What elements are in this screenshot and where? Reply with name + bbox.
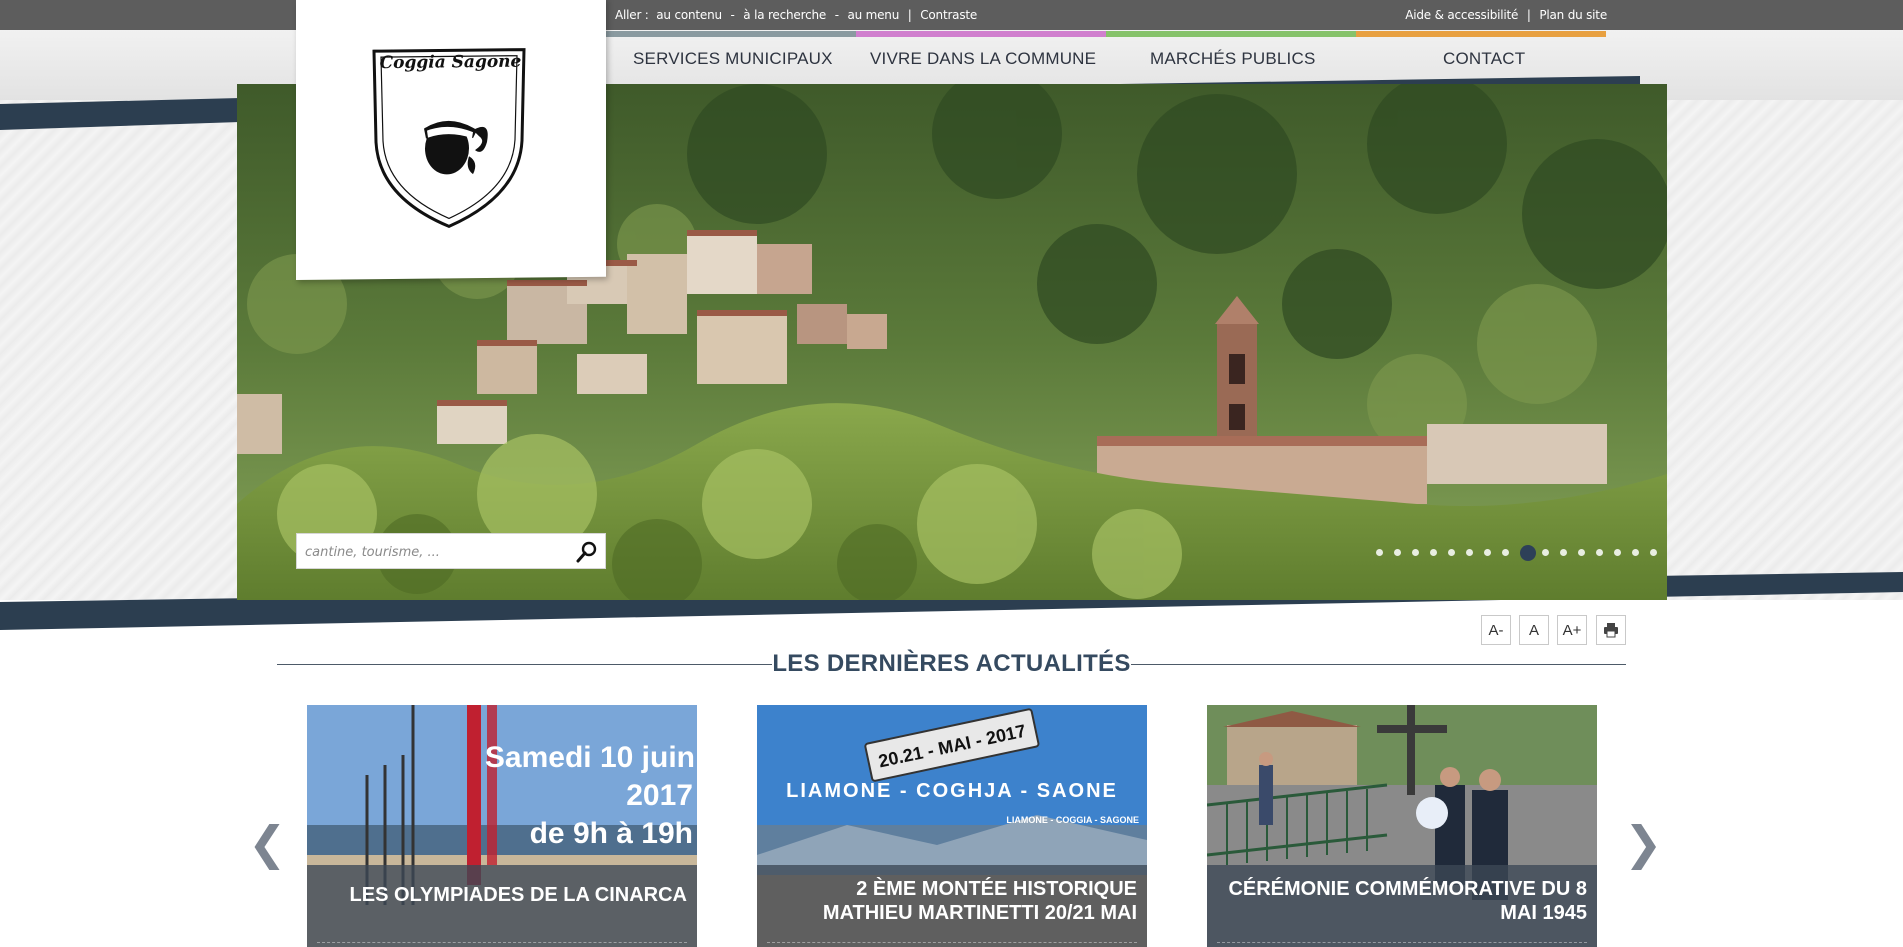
right-texture-panel — [1664, 100, 1903, 600]
section-rule-left — [277, 664, 772, 665]
utility-links: Aide & accessibilité | Plan du site — [1405, 8, 1607, 22]
top-bar: Aller : au contenu - à la recherche - au… — [0, 0, 1903, 30]
news-card-image-text: LIAMONE - COGHJA - SAONE — [786, 780, 1118, 802]
nav-strip-marches — [1106, 31, 1356, 37]
slider-dot[interactable] — [1614, 549, 1621, 556]
news-card[interactable]: 20.21 - MAI - 2017 LIAMONE - COGHJA - SA… — [757, 705, 1147, 947]
nav-marches-publics[interactable]: MARCHÉS PUBLICS — [1150, 49, 1315, 69]
slider-dot[interactable] — [1542, 549, 1549, 556]
nav-vivre-dans-la-commune[interactable]: VIVRE DANS LA COMMUNE — [870, 49, 1096, 69]
increase-font-button[interactable]: A+ — [1557, 615, 1587, 645]
nav-strip-services — [606, 31, 856, 37]
section-title: LES DERNIÈRES ACTUALITÉS — [772, 650, 1131, 677]
skip-to-menu-link[interactable]: au menu — [847, 8, 899, 22]
slider-dot[interactable] — [1466, 549, 1473, 556]
section-rule-right — [1131, 664, 1626, 665]
slider-dot[interactable] — [1650, 549, 1657, 556]
logo-text: Coggia Sagone — [379, 51, 522, 74]
left-texture-panel — [0, 100, 240, 600]
nav-contact[interactable]: CONTACT — [1443, 49, 1525, 69]
slider-dot[interactable] — [1560, 549, 1567, 556]
skip-to-content-link[interactable]: au contenu — [656, 8, 722, 22]
accessibility-link[interactable]: Aide & accessibilité — [1405, 8, 1518, 22]
slider-dot[interactable] — [1520, 545, 1536, 561]
news-card-image-text: 2017 — [626, 779, 693, 812]
slider-dot[interactable] — [1502, 549, 1509, 556]
news-card-image-text: Samedi 10 juin — [485, 741, 695, 774]
slider-dot[interactable] — [1632, 549, 1639, 556]
news-card-title: LES OLYMPIADES DE LA CINARCA — [307, 865, 697, 947]
news-card-title: CÉRÉMONIE COMMÉMORATIVE DU 8 MAI 1945 — [1207, 865, 1597, 947]
search-input[interactable] — [305, 541, 565, 563]
skip-links: Aller : au contenu - à la recherche - au… — [615, 8, 978, 22]
news-next-arrow-icon[interactable]: ❯ — [1624, 820, 1663, 866]
news-card-title: 2 ÈME MONTÉE HISTORIQUE MATHIEU MARTINET… — [757, 865, 1147, 947]
news-card-image-text: LIAMONE - COGGIA - SAGONE — [1006, 815, 1139, 825]
nav-strip-contact — [1356, 31, 1606, 37]
reset-font-button[interactable]: A — [1519, 615, 1549, 645]
search-box — [296, 533, 606, 569]
coat-of-arms-icon — [372, 48, 526, 229]
news-card-image-text: de 9h à 19h — [530, 817, 693, 850]
slider-dot[interactable] — [1412, 549, 1419, 556]
news-card[interactable]: CÉRÉMONIE COMMÉMORATIVE DU 8 MAI 1945 — [1207, 705, 1597, 947]
slider-dot[interactable] — [1430, 549, 1437, 556]
nav-strip-vivre — [856, 31, 1106, 37]
slider-dot[interactable] — [1376, 549, 1383, 556]
search-icon[interactable] — [575, 540, 599, 568]
slider-dot[interactable] — [1484, 549, 1491, 556]
decrease-font-button[interactable]: A- — [1481, 615, 1511, 645]
slider-dot[interactable] — [1448, 549, 1455, 556]
news-prev-arrow-icon[interactable]: ❮ — [248, 820, 287, 866]
slider-dot[interactable] — [1596, 549, 1603, 556]
print-button[interactable] — [1596, 615, 1626, 645]
slider-dot[interactable] — [1394, 549, 1401, 556]
skip-links-prefix: Aller : — [615, 8, 649, 22]
printer-icon — [1604, 623, 1618, 638]
skip-to-search-link[interactable]: à la recherche — [743, 8, 826, 22]
contrast-link[interactable]: Contraste — [920, 8, 977, 22]
site-logo[interactable]: Coggia Sagone — [296, 0, 606, 280]
sitemap-link[interactable]: Plan du site — [1539, 8, 1607, 22]
news-card[interactable]: Samedi 10 juin 2017 de 9h à 19h LES OLYM… — [307, 705, 697, 947]
nav-services-municipaux[interactable]: SERVICES MUNICIPAUX — [633, 49, 833, 69]
slider-dot[interactable] — [1578, 549, 1585, 556]
